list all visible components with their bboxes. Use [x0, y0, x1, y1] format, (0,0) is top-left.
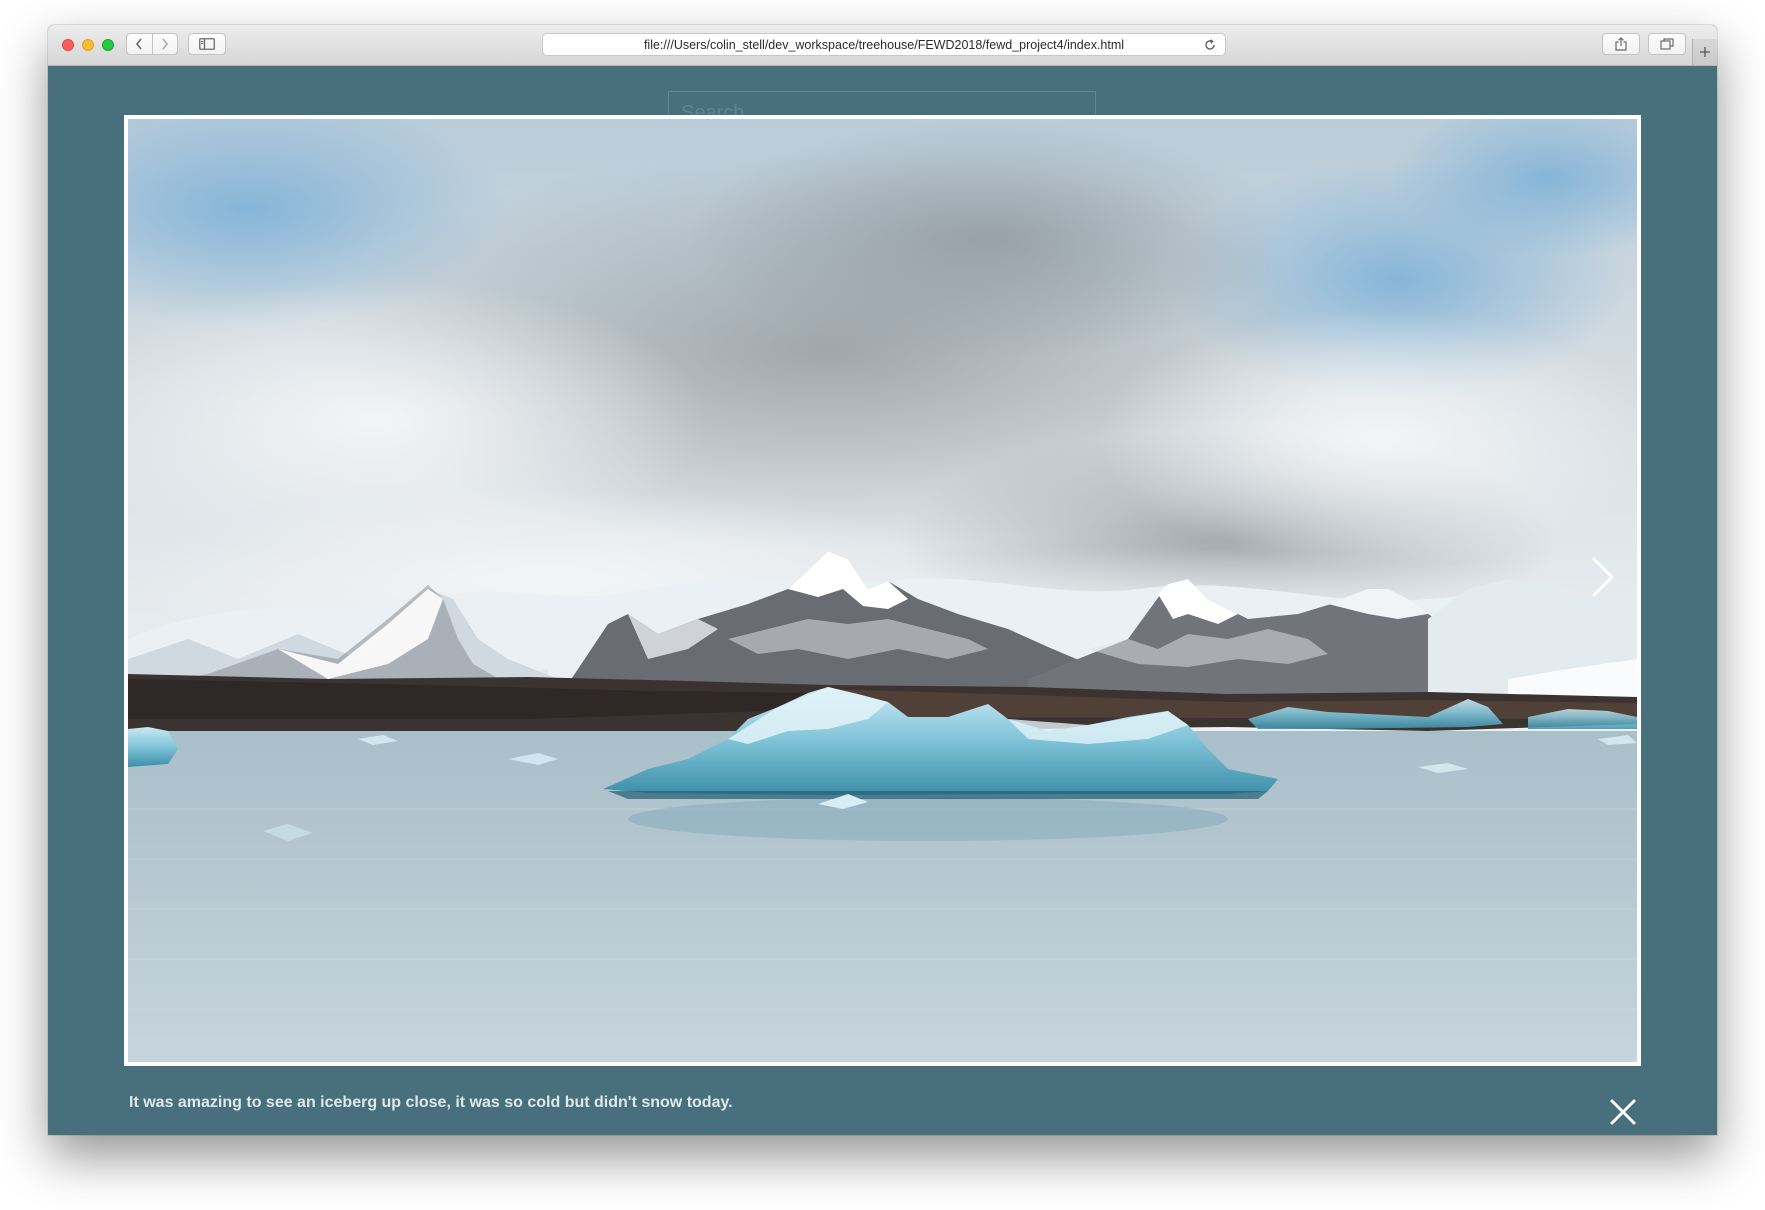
history-navigation	[126, 33, 178, 55]
window-minimize-button[interactable]	[82, 39, 94, 51]
chevron-left-icon	[136, 38, 142, 50]
iceberg-photo	[128, 119, 1637, 1062]
reload-icon	[1205, 39, 1215, 50]
tabs-overview-button[interactable]	[1648, 33, 1686, 55]
next-image-button[interactable]	[1588, 555, 1618, 599]
browser-toolbar: file:///Users/colin_stell/dev_workspace/…	[48, 25, 1717, 66]
chevron-right-icon	[162, 38, 168, 50]
back-button[interactable]	[127, 34, 152, 54]
share-button[interactable]	[1602, 33, 1640, 55]
window-close-button[interactable]	[62, 39, 74, 51]
address-bar[interactable]: file:///Users/colin_stell/dev_workspace/…	[542, 33, 1226, 56]
forward-button[interactable]	[151, 34, 178, 54]
window-maximize-button[interactable]	[102, 39, 114, 51]
plus-icon	[1700, 47, 1710, 57]
image-caption: It was amazing to see an iceberg up clos…	[129, 1094, 733, 1111]
close-icon[interactable]	[1608, 1097, 1638, 1127]
lightbox-image	[124, 115, 1641, 1066]
share-icon	[1615, 37, 1627, 51]
sidebar-icon	[199, 38, 215, 50]
reload-button[interactable]	[1203, 38, 1217, 52]
new-tab-button[interactable]	[1692, 39, 1717, 65]
url-text: file:///Users/colin_stell/dev_workspace/…	[643, 37, 1125, 52]
sidebar-toggle-button[interactable]	[188, 33, 226, 55]
browser-window: file:///Users/colin_stell/dev_workspace/…	[48, 25, 1717, 1135]
tabs-overview-icon	[1660, 38, 1674, 50]
